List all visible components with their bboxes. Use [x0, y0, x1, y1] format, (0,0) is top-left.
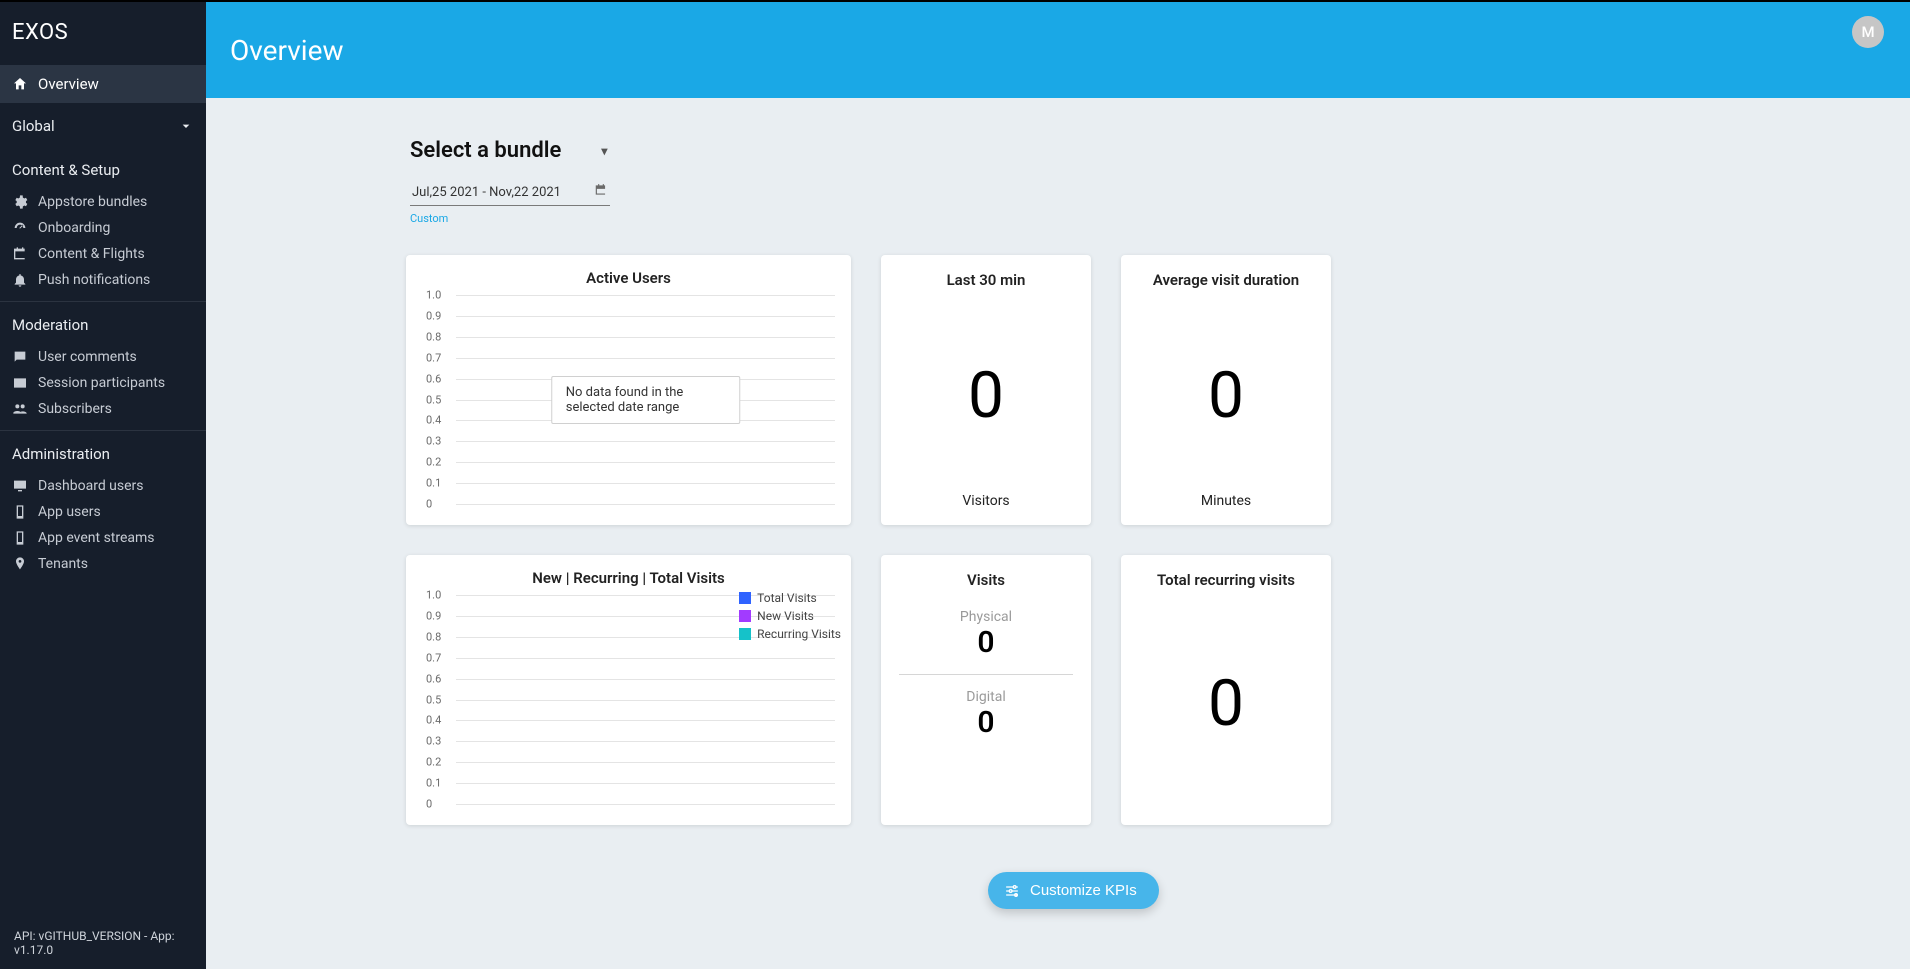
sidebar-section-administration: Administration — [0, 431, 206, 473]
legend-item-new: New Visits — [739, 609, 841, 623]
version-footer: API: vGITHUB_VERSION - App: v1.17.0 — [0, 919, 206, 969]
sidebar-item-label: Appstore bundles — [38, 194, 147, 210]
sliders-icon — [1004, 883, 1020, 899]
phone-icon — [12, 530, 28, 546]
bundle-select[interactable]: Select a bundle ▾ — [410, 138, 607, 163]
calendar-icon — [12, 246, 28, 262]
sidebar-item-app-event-streams[interactable]: App event streams — [0, 525, 206, 551]
visits-physical-label: Physical — [891, 609, 1081, 625]
sidebar: EXOS Overview Global Content & Setup App… — [0, 0, 206, 969]
customize-kpis-label: Customize KPIs — [1030, 882, 1137, 899]
chart-no-data-message: No data found in the selected date range — [551, 376, 741, 424]
sidebar-item-session-participants[interactable]: Session participants — [0, 370, 206, 396]
content-scroll[interactable]: Select a bundle ▾ Jul,25 2021 - Nov,22 2… — [206, 98, 1910, 969]
sidebar-section-content-setup: Content & Setup — [0, 147, 206, 189]
visits-digital-label: Digital — [891, 689, 1081, 705]
sidebar-global-label: Global — [12, 117, 55, 135]
sidebar-item-overview[interactable]: Overview — [0, 65, 206, 103]
gear-icon — [12, 194, 28, 210]
sidebar-item-onboarding[interactable]: Onboarding — [0, 215, 206, 241]
main: Overview M Select a bundle ▾ Jul,25 2021… — [206, 0, 1910, 969]
card-last-30-min: Last 30 min 0 Visitors — [881, 255, 1091, 525]
card-visits-chart: New | Recurring | Total Visits 1.00.90.8… — [406, 555, 851, 825]
sidebar-item-label: Push notifications — [38, 272, 150, 288]
card-title: Active Users — [422, 269, 835, 287]
legend-item-recurring: Recurring Visits — [739, 627, 841, 641]
chevron-down-icon: ▾ — [601, 144, 607, 158]
sidebar-item-content-flights[interactable]: Content & Flights — [0, 241, 206, 267]
card-visits: Visits Physical 0 Digital 0 — [881, 555, 1091, 825]
sidebar-item-label: Overview — [38, 75, 99, 93]
sidebar-item-label: Session participants — [38, 375, 165, 391]
phone-icon — [12, 504, 28, 520]
users-icon — [12, 401, 28, 417]
card-title: Total recurring visits — [1131, 571, 1321, 589]
sidebar-item-label: App event streams — [38, 530, 155, 546]
card-avg-visit-duration: Average visit duration 0 Minutes — [1121, 255, 1331, 525]
sidebar-item-label: App users — [38, 504, 101, 520]
sidebar-item-dashboard-users[interactable]: Dashboard users — [0, 473, 206, 499]
page-title: Overview — [230, 34, 344, 67]
card-title: Last 30 min — [891, 271, 1081, 289]
cards-row-1: Active Users 1.00.90.80.70.60.50.40.30.2… — [406, 255, 1606, 525]
gauge-icon — [12, 220, 28, 236]
home-icon — [12, 76, 28, 92]
legend-label: Recurring Visits — [757, 627, 841, 641]
sidebar-item-label: Tenants — [38, 556, 88, 572]
card-value: 0 — [1131, 297, 1321, 493]
card-icon — [12, 375, 28, 391]
sidebar-item-push-notifications[interactable]: Push notifications — [0, 267, 206, 293]
monitor-icon — [12, 478, 28, 494]
date-range-picker[interactable]: Jul,25 2021 - Nov,22 2021 — [410, 179, 610, 206]
sidebar-item-label: Dashboard users — [38, 478, 144, 494]
sidebar-item-label: User comments — [38, 349, 137, 365]
legend-swatch — [739, 592, 751, 604]
legend-item-total: Total Visits — [739, 591, 841, 605]
bell-icon — [12, 272, 28, 288]
chart-active-users: 1.00.90.80.70.60.50.40.30.20.10No data f… — [456, 295, 835, 505]
pin-icon — [12, 556, 28, 572]
card-sublabel: Minutes — [1131, 493, 1321, 509]
card-sublabel: Visitors — [891, 493, 1081, 509]
comment-icon — [12, 349, 28, 365]
divider — [899, 674, 1073, 675]
date-range-custom-link[interactable]: Custom — [410, 212, 1606, 225]
customize-kpis-button[interactable]: Customize KPIs — [988, 872, 1159, 909]
controls: Select a bundle ▾ Jul,25 2021 - Nov,22 2… — [406, 138, 1606, 255]
card-title: New | Recurring | Total Visits — [422, 569, 835, 587]
date-range-value: Jul,25 2021 - Nov,22 2021 — [412, 185, 561, 200]
sidebar-item-subscribers[interactable]: Subscribers — [0, 396, 206, 422]
sidebar-item-label: Onboarding — [38, 220, 110, 236]
sidebar-item-tenants[interactable]: Tenants — [0, 551, 206, 577]
calendar-icon — [594, 183, 608, 201]
legend-swatch — [739, 610, 751, 622]
legend-label: New Visits — [757, 609, 814, 623]
sidebar-item-label: Subscribers — [38, 401, 112, 417]
card-total-recurring-visits: Total recurring visits 0 — [1121, 555, 1331, 825]
sidebar-global-dropdown[interactable]: Global — [0, 103, 206, 147]
card-active-users: Active Users 1.00.90.80.70.60.50.40.30.2… — [406, 255, 851, 525]
sidebar-item-user-comments[interactable]: User comments — [0, 344, 206, 370]
cards-row-2: New | Recurring | Total Visits 1.00.90.8… — [406, 555, 1606, 825]
sidebar-item-appstore-bundles[interactable]: Appstore bundles — [0, 189, 206, 215]
topbar: Overview M — [206, 2, 1910, 98]
card-value: 0 — [891, 297, 1081, 493]
sidebar-section-moderation: Moderation — [0, 302, 206, 344]
avatar[interactable]: M — [1852, 16, 1884, 48]
sidebar-item-app-users[interactable]: App users — [0, 499, 206, 525]
chevron-down-icon — [178, 118, 194, 134]
card-value: 0 — [1131, 597, 1321, 809]
brand-logo: EXOS — [0, 2, 206, 65]
card-title: Average visit duration — [1131, 271, 1321, 289]
card-title: Visits — [891, 571, 1081, 589]
legend-label: Total Visits — [757, 591, 817, 605]
sidebar-item-label: Content & Flights — [38, 246, 145, 262]
bundle-select-label: Select a bundle — [410, 138, 561, 163]
legend-swatch — [739, 628, 751, 640]
visits-physical-value: 0 — [891, 625, 1081, 660]
chart-legend: Total Visits New Visits Recurring Visits — [739, 591, 841, 645]
visits-digital-value: 0 — [891, 705, 1081, 740]
